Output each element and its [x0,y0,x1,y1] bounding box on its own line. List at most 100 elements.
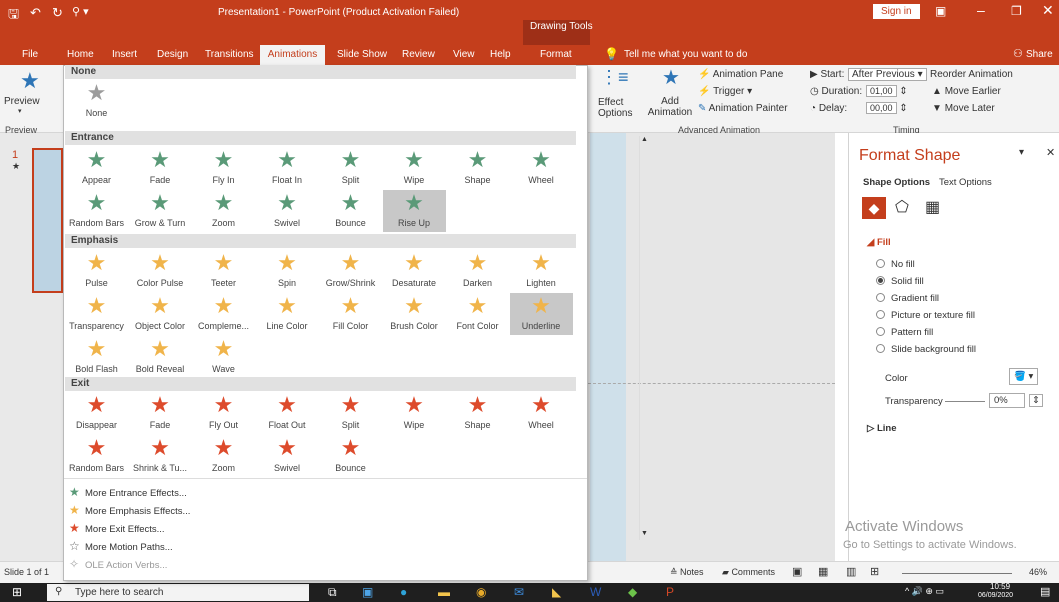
tab-format[interactable]: Format [540,49,572,60]
fill-option-solid-fill[interactable]: Solid fill [876,276,924,287]
effect-emphasis-11[interactable]: ★ Line Color [256,293,319,335]
fill-option-slide-background[interactable]: Slide background fill [876,344,976,355]
effect-exit-3[interactable]: ★ Float Out [256,392,319,434]
animation-painter-button[interactable]: ✎ Animation Painter [698,103,788,114]
effect-entrance-5[interactable]: ★ Wipe [383,147,446,189]
effect-entrance-1[interactable]: ★ Fade [129,147,192,189]
fill-option-no-fill[interactable]: No fill [876,259,915,270]
chrome-icon[interactable]: ◉ [476,585,486,599]
effect-entrance-4[interactable]: ★ Split [319,147,382,189]
tab-design[interactable]: Design [157,49,188,60]
duration-value[interactable]: 01,00 [866,85,897,97]
tell-me-box[interactable]: Tell me what you want to do [624,49,747,60]
start-dropdown[interactable]: After Previous ▾ [848,68,927,81]
explorer-icon[interactable]: ▬ [438,585,450,599]
effect-entrance-11[interactable]: ★ Swivel [256,190,319,232]
slide-preview[interactable] [590,133,626,561]
scroll-down-icon[interactable]: ▼ [641,530,648,537]
pane-close-icon[interactable]: ✕ [1046,146,1055,159]
effect-entrance-9[interactable]: ★ Grow & Turn [129,190,192,232]
effect-emphasis-14[interactable]: ★ Font Color [446,293,509,335]
preview-button[interactable]: Preview [4,96,40,107]
slide-canvas[interactable] [588,133,835,561]
more-exit-effects[interactable]: ★ More Exit Effects... [69,521,165,535]
effect-entrance-2[interactable]: ★ Fly In [192,147,255,189]
effect-exit-2[interactable]: ★ Fly Out [192,392,255,434]
move-later-button[interactable]: ▼ Move Later [932,103,995,114]
notifications-icon[interactable]: ▤ [1040,585,1050,598]
effect-entrance-8[interactable]: ★ Random Bars [65,190,128,232]
move-earlier-button[interactable]: ▲ Move Earlier [932,86,1001,97]
tab-help[interactable]: Help [490,49,511,60]
reading-view-icon[interactable]: ▥ [846,565,856,578]
sign-in-button[interactable]: Sign in [873,4,920,19]
restore-icon[interactable]: ❐ [1011,4,1022,18]
store-icon[interactable]: ▣ [362,585,373,599]
close-icon[interactable]: ✕ [1042,2,1054,19]
clock-time[interactable]: 10:59 [990,582,1010,591]
save-icon[interactable]: 🖫 [8,5,19,27]
sticky-icon[interactable]: ◣ [552,585,561,599]
transparency-slider[interactable] [945,401,985,402]
undo-icon[interactable]: ↶ [30,5,41,21]
tab-text-options[interactable]: Text Options [939,177,992,188]
line-section-header[interactable]: ▷ Line [867,423,896,434]
normal-view-icon[interactable]: ▣ [792,565,802,578]
effect-exit-10[interactable]: ★ Zoom [192,435,255,477]
more-motion-paths[interactable]: ☆ More Motion Paths... [69,539,173,553]
effect-exit-11[interactable]: ★ Swivel [256,435,319,477]
effect-emphasis-9[interactable]: ★ Object Color [129,293,192,335]
effect-emphasis-10[interactable]: ★ Compleme... [192,293,255,335]
slide-thumbnail[interactable] [32,148,63,293]
fill-section-header[interactable]: ◢ Fill [867,237,891,248]
powerpoint-icon[interactable]: P [666,585,674,599]
more-entrance-effects[interactable]: ★ More Entrance Effects... [69,485,187,499]
effect-exit-4[interactable]: ★ Split [319,392,382,434]
tab-transitions[interactable]: Transitions [205,49,254,60]
effect-exit-9[interactable]: ★ Shrink & Tu... [129,435,192,477]
comments-button[interactable]: ▰ Comments [722,567,775,578]
effect-none[interactable]: ★ None [65,80,128,122]
more-emphasis-effects[interactable]: ★ More Emphasis Effects... [69,503,190,517]
effect-entrance-7[interactable]: ★ Wheel [510,147,573,189]
effect-entrance-13[interactable]: ★ Rise Up [382,190,446,232]
effect-emphasis-1[interactable]: ★ Color Pulse [129,250,192,292]
preview-dropdown-icon[interactable]: ▾ [18,107,22,115]
fill-option-pattern[interactable]: Pattern fill [876,327,933,338]
effect-exit-12[interactable]: ★ Bounce [319,435,382,477]
effect-entrance-10[interactable]: ★ Zoom [192,190,255,232]
trigger-button[interactable]: ⚡ Trigger ▾ [698,86,752,97]
effect-emphasis-7[interactable]: ★ Lighten [510,250,573,292]
effect-emphasis-15[interactable]: ★ Underline [509,293,573,335]
task-view-icon[interactable]: ⧉ [328,585,337,600]
effect-exit-8[interactable]: ★ Random Bars [65,435,128,477]
effect-emphasis-3[interactable]: ★ Spin [256,250,319,292]
transparency-spinner[interactable]: ⇕ [1029,394,1043,407]
taskbar-search-box[interactable]: ⚲ Type here to search [47,584,309,601]
effect-emphasis-8[interactable]: ★ Transparency [65,293,128,335]
mail-icon[interactable]: ✉ [514,585,524,599]
animation-pane-button[interactable]: ⚡ Animation Pane [698,69,783,80]
zoom-level[interactable]: 46% [1029,567,1047,577]
scroll-up-icon[interactable]: ▲ [641,136,648,143]
redo-icon[interactable]: ↻ [52,5,63,21]
tab-shape-options[interactable]: Shape Options [863,177,930,188]
tray-icons[interactable]: ^ 🔊 ⊕ ▭ [905,586,944,597]
fill-option-gradient[interactable]: Gradient fill [876,293,939,304]
effect-exit-1[interactable]: ★ Fade [129,392,192,434]
effect-emphasis-17[interactable]: ★ Bold Reveal [129,336,192,378]
edge-icon[interactable]: ● [400,585,407,599]
effect-emphasis-5[interactable]: ★ Desaturate [383,250,446,292]
gallery-scrollbar[interactable]: ▲ ▼ [639,136,651,540]
slide-sorter-icon[interactable]: ▦ [818,565,828,578]
effect-emphasis-18[interactable]: ★ Wave [192,336,255,378]
notes-button[interactable]: ≙ Notes [670,567,704,578]
effect-emphasis-12[interactable]: ★ Fill Color [319,293,382,335]
effect-exit-6[interactable]: ★ Shape [446,392,509,434]
fill-option-picture[interactable]: Picture or texture fill [876,310,975,321]
transparency-input[interactable]: 0% [989,393,1025,408]
pane-options-icon[interactable]: ▾ [1019,147,1024,158]
ribbon-display-icon[interactable]: ▣ [935,4,946,18]
effect-entrance-3[interactable]: ★ Float In [256,147,319,189]
duration-spinner[interactable]: 01,00 ⇕ [866,85,908,97]
